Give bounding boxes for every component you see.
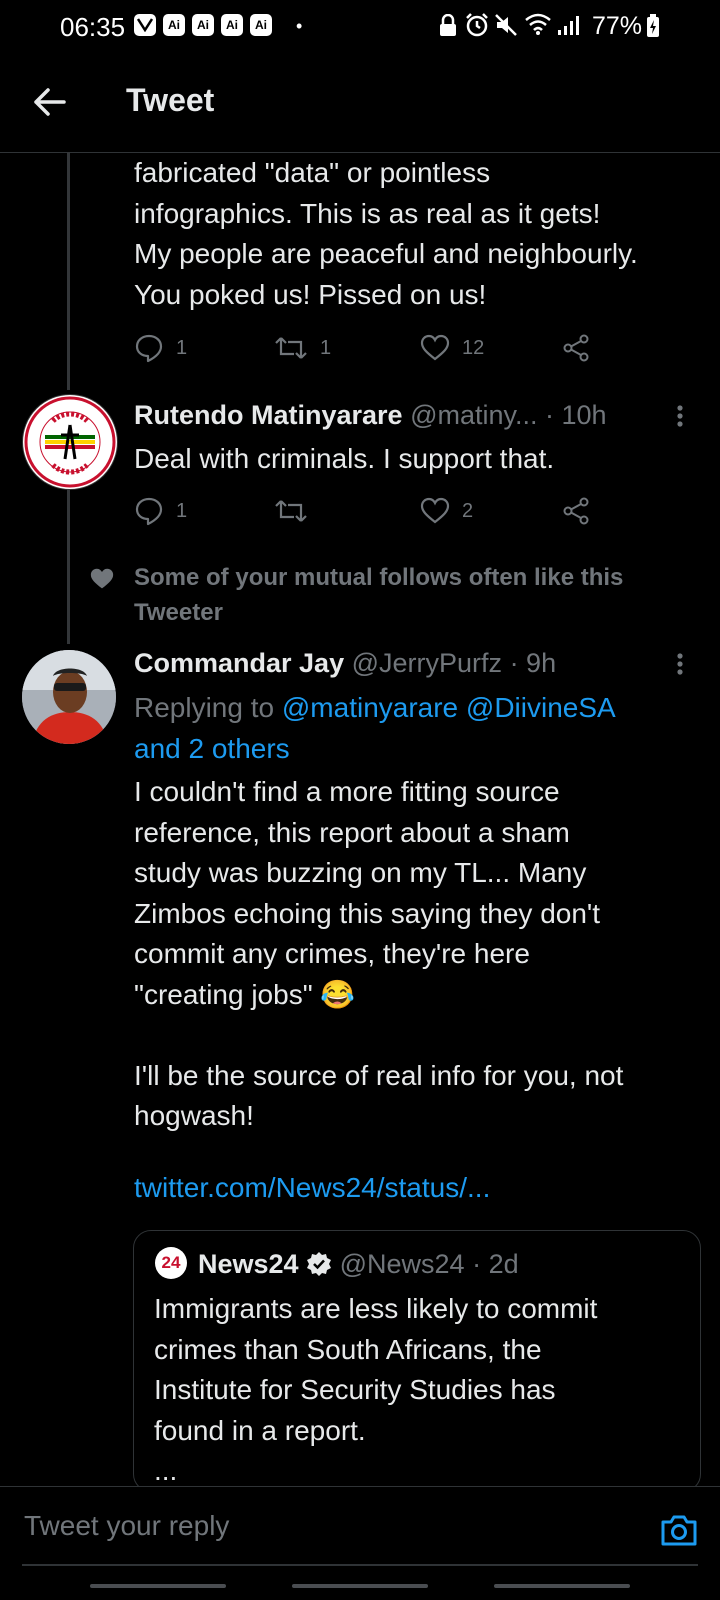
share-button[interactable] bbox=[562, 334, 590, 362]
reply-composer bbox=[0, 1486, 720, 1567]
retweet-button[interactable] bbox=[274, 497, 320, 525]
like-button[interactable]: 2 bbox=[420, 497, 473, 525]
back-arrow-icon[interactable] bbox=[30, 82, 70, 122]
tweet-time: · 9h bbox=[509, 648, 557, 678]
heart-icon bbox=[420, 497, 450, 524]
author-handle[interactable]: @JerryPurfz bbox=[352, 648, 502, 678]
reply-count: 1 bbox=[176, 499, 188, 522]
ai-notification-icon: Ai bbox=[250, 14, 272, 36]
more-options-icon[interactable] bbox=[676, 652, 684, 676]
signal-icon bbox=[558, 16, 579, 35]
reply-count: 1 bbox=[176, 336, 188, 359]
battery-percent: 77% bbox=[592, 12, 643, 40]
reply-input-underline bbox=[22, 1564, 698, 1566]
avatar[interactable] bbox=[22, 650, 116, 744]
tweet-link[interactable]: twitter.com/News24/status/... bbox=[134, 1168, 704, 1209]
thread-connector-line bbox=[67, 152, 70, 390]
alarm-icon bbox=[466, 13, 488, 37]
heart-icon bbox=[420, 334, 450, 361]
like-count: 2 bbox=[462, 499, 474, 522]
author-name[interactable]: Commandar Jay bbox=[134, 648, 344, 678]
retweet-icon bbox=[275, 500, 307, 522]
ai-notification-icon: Ai bbox=[192, 14, 214, 36]
more-options-icon[interactable] bbox=[676, 404, 684, 428]
news24-logo-text: 24 bbox=[161, 1253, 181, 1272]
author-name[interactable]: Rutendo Matinyarare bbox=[134, 400, 403, 430]
reply-icon bbox=[135, 497, 163, 526]
replying-to: Replying to @matinyarare @DiivineSA and … bbox=[134, 688, 704, 769]
zimbabwe-anti-sanctions-logo bbox=[24, 396, 116, 488]
reply-button[interactable]: 1 bbox=[134, 496, 187, 526]
thread-connector-line bbox=[67, 488, 70, 644]
quoted-tweet-time: · 2d bbox=[472, 1249, 519, 1279]
notification-icons: Ai Ai Ai Ai bbox=[134, 14, 272, 36]
replying-to-prefix: Replying to bbox=[134, 692, 282, 723]
quoted-author-row: News24 @News24 · 2d bbox=[198, 1249, 519, 1280]
quoted-author-handle: @News24 bbox=[339, 1249, 465, 1279]
nav-home-handle[interactable] bbox=[292, 1584, 428, 1588]
retweet-count: 1 bbox=[320, 336, 332, 359]
more-notifications-dot-icon: • bbox=[296, 16, 303, 36]
avatar[interactable] bbox=[22, 394, 118, 490]
retweet-icon bbox=[275, 337, 307, 359]
quoted-tweet-body: Immigrants are less likely to commit cri… bbox=[154, 1293, 598, 1486]
verified-badge-icon bbox=[307, 1252, 332, 1276]
ai-notification-icon: Ai bbox=[163, 14, 185, 36]
author-handle[interactable]: @matiny... bbox=[410, 400, 537, 430]
tweet-body: fabricated "data" or pointless infograph… bbox=[134, 157, 638, 310]
news24-logo: 24 bbox=[155, 1247, 187, 1279]
profile-photo-image bbox=[22, 650, 116, 744]
share-icon bbox=[563, 497, 589, 525]
battery-charging-icon bbox=[647, 14, 659, 37]
replying-mentions-link[interactable]: @matinyarare @DiivineSA bbox=[282, 692, 616, 723]
nav-recents-handle[interactable] bbox=[90, 1584, 226, 1588]
status-bar: 06:35 Ai Ai Ai Ai • 77% bbox=[0, 0, 720, 56]
tweet-body: I couldn't find a more fitting source re… bbox=[134, 776, 624, 1131]
tweet-body: Deal with criminals. I support that. bbox=[134, 443, 555, 474]
ai-notification-icon: Ai bbox=[221, 14, 243, 36]
lock-icon bbox=[440, 14, 456, 36]
ai-app-icon bbox=[134, 14, 156, 36]
mute-icon bbox=[495, 14, 517, 36]
quoted-tweet-card[interactable]: 24 News24 @News24 · 2d Immigrants are le… bbox=[133, 1230, 701, 1492]
reply-input[interactable] bbox=[22, 1505, 626, 1547]
tweet-actions: 1 1 12 bbox=[134, 328, 604, 368]
quoted-author-name: News24 bbox=[198, 1249, 299, 1279]
reply-icon bbox=[135, 334, 163, 363]
share-button[interactable] bbox=[562, 497, 590, 525]
retweet-button[interactable]: 1 bbox=[274, 334, 331, 362]
heart-filled-icon bbox=[90, 568, 114, 589]
like-button[interactable]: 12 bbox=[420, 334, 484, 362]
camera-icon[interactable] bbox=[660, 1512, 698, 1548]
like-count: 12 bbox=[462, 336, 485, 359]
tweet-time: · 10h bbox=[545, 400, 607, 430]
status-time: 06:35 bbox=[60, 12, 126, 42]
share-icon bbox=[563, 334, 589, 362]
reply-button[interactable]: 1 bbox=[134, 333, 187, 363]
wifi-icon bbox=[525, 13, 551, 35]
tweet-actions: 1 2 bbox=[134, 491, 604, 531]
tweet-author-row: Rutendo Matinyarare @matiny... · 10h bbox=[134, 400, 607, 431]
replying-others-link[interactable]: and 2 others bbox=[134, 733, 290, 764]
social-context-label: Some of your mutual follows often like t… bbox=[134, 564, 624, 626]
page-title: Tweet bbox=[126, 82, 215, 118]
nav-back-handle[interactable] bbox=[494, 1584, 630, 1588]
tweet-author-row: Commandar Jay @JerryPurfz · 9h bbox=[134, 648, 556, 679]
top-app-bar: Tweet bbox=[0, 56, 720, 153]
